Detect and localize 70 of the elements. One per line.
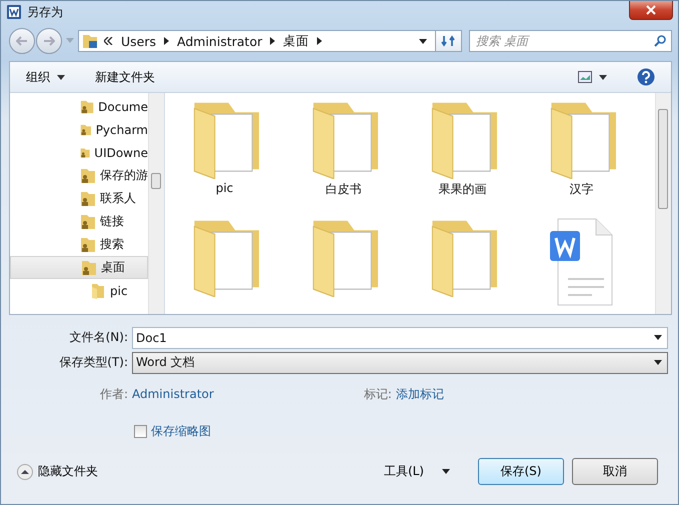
search-icon — [654, 35, 666, 47]
sidebar-item[interactable]: 链接 — [10, 210, 148, 233]
cancel-button[interactable]: 取消 — [572, 458, 658, 485]
file-name[interactable]: 白皮书 — [326, 181, 362, 198]
tools-menu[interactable]: 工具(L) — [378, 462, 456, 481]
file-name[interactable]: 果果的画 — [438, 181, 486, 198]
user-folder-icon — [81, 260, 97, 276]
breadcrumb-arrow-icon — [164, 37, 170, 45]
sidebar-item[interactable]: Docume — [10, 95, 148, 118]
forward-arrow-icon — [43, 36, 55, 46]
forward-button[interactable] — [36, 28, 62, 54]
breadcrumb-item[interactable]: Users — [121, 34, 156, 48]
new-folder-button[interactable]: 新建文件夹 — [87, 66, 163, 88]
user-folder-icon — [80, 190, 96, 206]
sidebar-item[interactable]: 搜索 — [10, 233, 148, 256]
breadcrumb-arrow-icon — [317, 37, 322, 45]
caret-icon — [442, 469, 450, 474]
back-button[interactable] — [9, 28, 35, 54]
search-field[interactable]: 搜索 桌面 — [469, 30, 672, 52]
file-name-field[interactable]: Doc1 — [132, 326, 668, 348]
refresh-arrows-icon — [440, 34, 456, 48]
scrollbar[interactable] — [148, 93, 164, 314]
field-label: 标记: — [362, 386, 393, 402]
file-type-dropdown[interactable]: Word 文档 — [132, 352, 668, 374]
sidebar-item[interactable]: 保存的游 — [10, 164, 148, 187]
add-tags-link[interactable]: 添加标记 — [396, 386, 444, 402]
dropdown-caret-icon — [654, 335, 662, 340]
hide-folders-button[interactable]: 隐藏文件夹 — [17, 463, 98, 480]
scrollbar[interactable] — [655, 93, 671, 314]
save-button[interactable]: 保存(S) — [478, 458, 564, 485]
field-label: 作者: — [98, 386, 129, 402]
field-label: 保存类型(T): — [58, 354, 129, 371]
folder-icon — [82, 33, 98, 49]
author-link[interactable]: Administrator — [132, 387, 214, 401]
breadcrumb-item[interactable]: Administrator — [177, 34, 262, 48]
caret-icon — [599, 74, 607, 80]
user-folder-icon — [80, 98, 94, 114]
window-title: 另存为 — [27, 4, 63, 20]
overflow-chevron-icon — [104, 37, 113, 45]
back-arrow-icon — [16, 36, 28, 46]
collapse-icon — [17, 464, 33, 480]
sidebar-item[interactable]: Pycharm — [10, 118, 148, 141]
history-caret-icon — [66, 38, 74, 44]
close-icon — [646, 5, 656, 15]
user-folder-icon — [80, 236, 96, 252]
sidebar-item[interactable]: UIDowne — [10, 141, 148, 164]
file-name[interactable]: 汉字 — [570, 181, 594, 198]
sidebar-item[interactable]: 桌面 — [10, 256, 148, 279]
field-label: 文件名(N): — [68, 329, 129, 346]
sidebar-item[interactable]: pic — [10, 279, 148, 302]
checkbox[interactable] — [134, 424, 147, 438]
user-folder-icon — [80, 214, 96, 230]
caret-icon — [57, 74, 65, 80]
checkbox-label[interactable]: 保存缩略图 — [151, 422, 211, 440]
close-button[interactable] — [629, 1, 673, 20]
breadcrumb-arrow-icon — [270, 37, 276, 45]
word-document-icon — [548, 217, 616, 307]
folder-icon — [90, 282, 106, 298]
organize-menu[interactable]: 组织 — [18, 66, 73, 88]
refresh-button[interactable] — [436, 30, 462, 52]
picture-icon — [578, 71, 592, 83]
user-folder-icon — [80, 168, 96, 184]
sidebar-item[interactable]: 联系人 — [10, 187, 148, 210]
help-icon — [637, 68, 655, 86]
dropdown-caret-icon — [654, 360, 662, 365]
address-bar[interactable]: Users Administrator 桌面 — [78, 30, 436, 52]
breadcrumb-item[interactable]: 桌面 — [283, 32, 310, 50]
app-icon — [7, 5, 21, 19]
file-name[interactable]: pic — [216, 181, 234, 195]
dropdown-caret-icon — [419, 38, 427, 44]
